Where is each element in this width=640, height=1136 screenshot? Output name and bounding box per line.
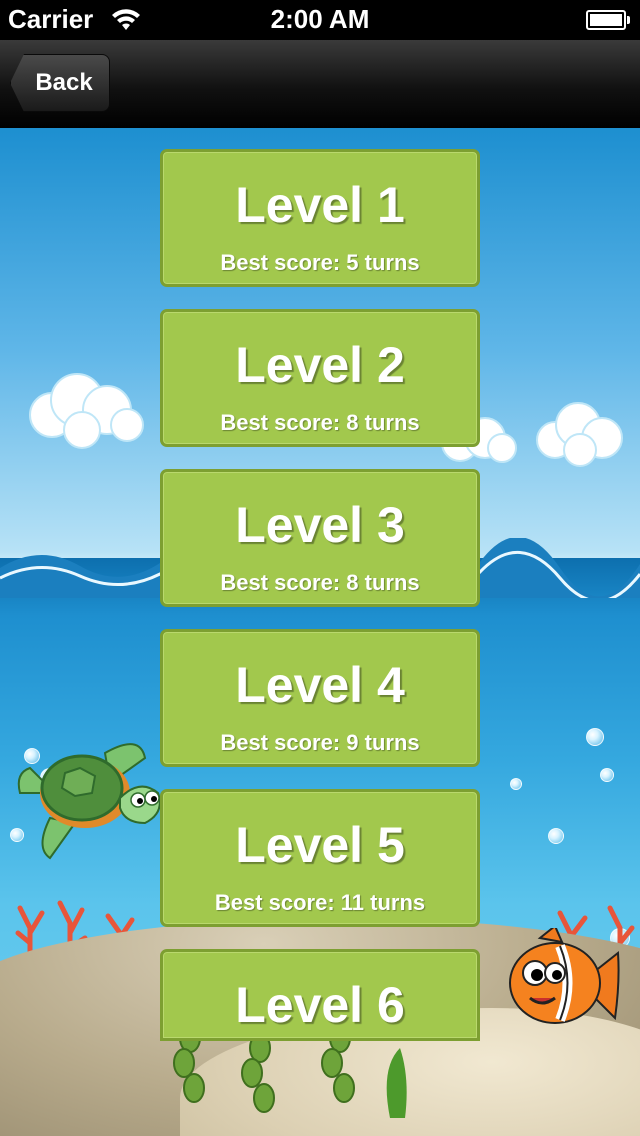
level-title: Level 4	[235, 657, 405, 713]
level-best-score: Best score: 8 turns	[220, 410, 420, 435]
level-list: Level 1 Best score: 5 turns Level 2 Best…	[0, 128, 640, 1136]
level-3-button[interactable]: Level 3 Best score: 8 turns	[160, 469, 480, 607]
navigation-bar: Back	[0, 40, 640, 129]
level-5-button[interactable]: Level 5 Best score: 11 turns	[160, 789, 480, 927]
battery-icon	[586, 10, 630, 30]
level-6-button[interactable]: Level 6	[160, 949, 480, 1041]
level-title: Level 5	[235, 817, 405, 873]
level-2-button[interactable]: Level 2 Best score: 8 turns	[160, 309, 480, 447]
level-best-score: Best score: 11 turns	[214, 890, 426, 915]
status-bar: Carrier 2:00 AM	[0, 0, 640, 40]
status-time: 2:00 AM	[270, 4, 370, 34]
level-title: Level 3	[235, 497, 405, 553]
level-best-score: Best score: 9 turns	[220, 730, 420, 755]
level-title: Level 6	[235, 977, 405, 1033]
level-best-score: Best score: 8 turns	[220, 570, 420, 595]
level-4-button[interactable]: Level 4 Best score: 9 turns	[160, 629, 480, 767]
underwater-background: Level 1 Best score: 5 turns Level 2 Best…	[0, 128, 640, 1136]
level-title: Level 2	[235, 337, 405, 393]
level-1-button[interactable]: Level 1 Best score: 5 turns	[160, 149, 480, 287]
level-title: Level 1	[235, 177, 405, 233]
level-best-score: Best score: 5 turns	[220, 250, 420, 275]
back-button-label: Back	[35, 69, 93, 96]
back-button[interactable]: Back	[10, 54, 110, 112]
